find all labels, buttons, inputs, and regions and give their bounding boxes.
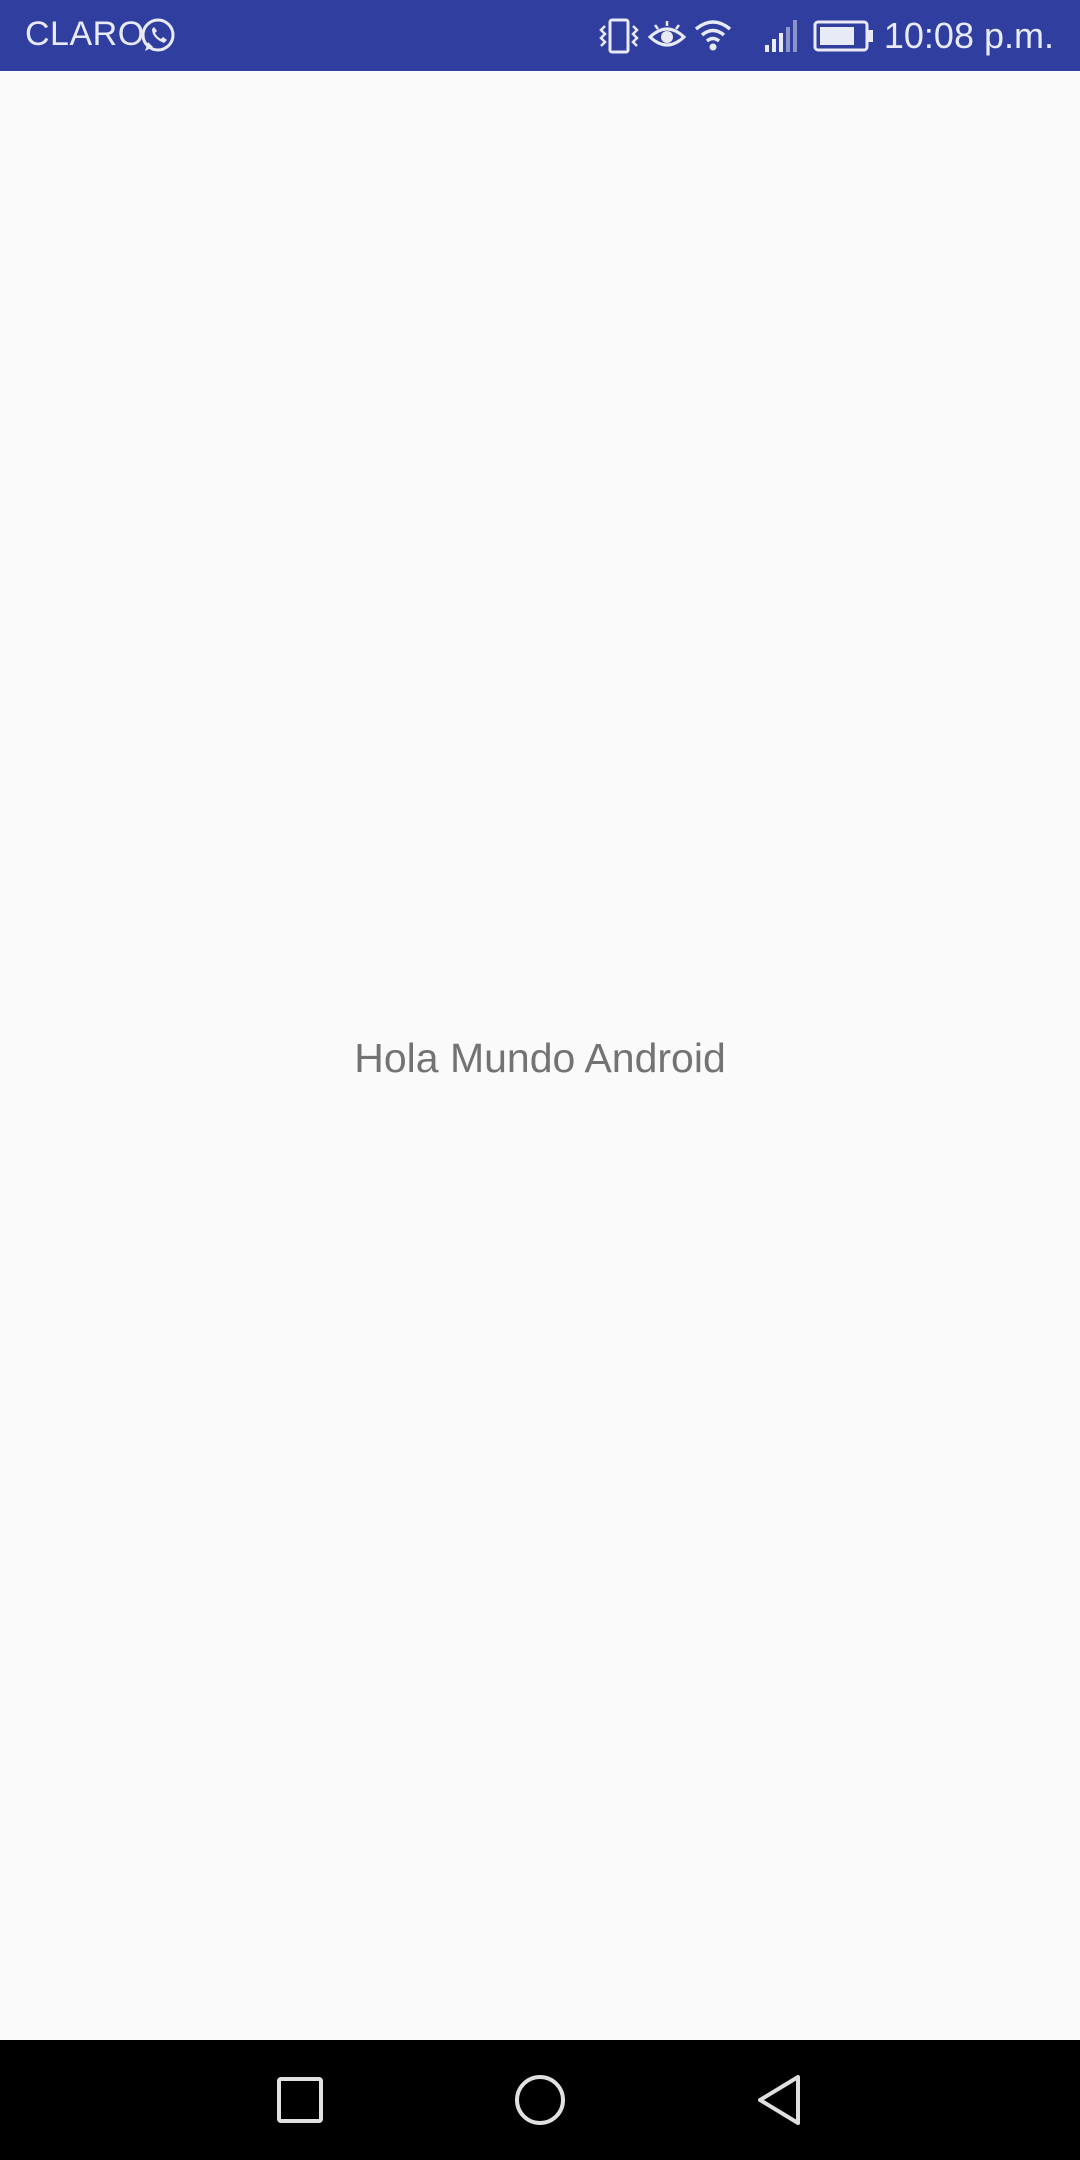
eye-icon [647,21,687,47]
back-button[interactable] [750,2070,810,2130]
recents-button[interactable] [270,2070,330,2130]
wifi-icon [694,20,732,51]
main-content: Hola Mundo Android [0,71,1080,2040]
status-bar: CLARO 10:08 p.m. [0,0,1080,71]
whatsapp-icon [141,18,175,52]
app-screen: CLARO 10:08 p.m. Hola Mundo Android [0,0,1080,2160]
signal-icon [765,20,797,52]
hello-world-text: Hola Mundo Android [354,1035,726,1081]
carrier-name: CLARO [25,15,145,53]
battery-icon [813,20,873,52]
home-button[interactable] [510,2070,570,2130]
vibrate-icon [599,18,639,54]
status-icons: 10:08 p.m. [580,0,1080,71]
status-clock: 10:08 p.m. [883,15,1054,56]
navigation-bar [0,2040,1080,2160]
